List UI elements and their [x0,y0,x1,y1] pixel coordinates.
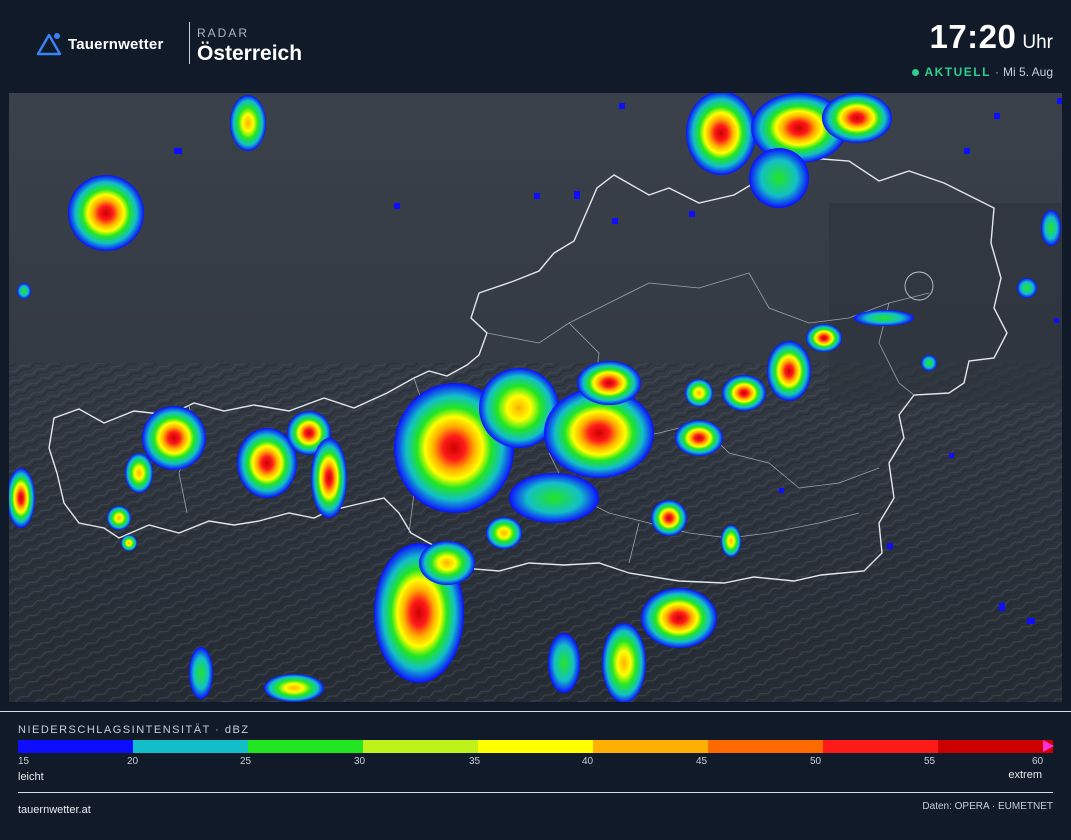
brand-logo[interactable]: Tauernwetter [36,30,163,58]
echo-cell [686,93,756,175]
legend-tick: 35 [469,756,481,767]
echo-cell [419,541,475,585]
legend-segment [593,740,708,753]
legend-title: NIEDERSCHLAGSINTENSITÄT · dBZ [18,724,250,736]
brand-name: Tauernwetter [68,35,164,53]
echo-cell [651,500,687,536]
legend-segment [363,740,478,753]
clock-time: 17:20 [929,18,1017,55]
legend-tick: 15 [18,756,30,767]
legend-tick: 50 [810,756,822,767]
echo-cell [641,588,717,648]
data-credits: Daten: OPERA · EUMETNET [922,801,1053,812]
legend-segment [708,740,823,753]
echo-cell [806,324,842,352]
echo-cell [121,535,137,551]
echo-cell [722,375,766,411]
echo-cell [107,506,131,530]
echo-cell [486,517,522,549]
echo-cell [1017,278,1037,298]
footer-divider [18,792,1053,793]
legend-low-label: leicht [18,771,44,783]
legend-tick: 20 [127,756,139,767]
echo-cell [189,647,213,699]
echo-cell [921,355,937,371]
legend-tick: 55 [924,756,936,767]
pannonian-plain [829,203,1062,403]
legend-color-bar [18,740,1053,753]
status-badge: AKTUELL [924,65,991,79]
echo-cell [264,674,324,702]
legend-segment [823,740,938,753]
mountain-logo-icon [36,33,62,56]
echo-cell [854,310,914,326]
live-dot-icon [912,68,920,76]
clock: 17:20 Uhr [929,18,1053,56]
legend-tick: 40 [582,756,594,767]
echo-cell [577,361,641,405]
radar-map[interactable] [9,93,1062,702]
legend-segment [478,740,593,753]
clock-unit: Uhr [1022,32,1053,53]
page-kicker: RADAR [197,26,250,40]
echo-cell [17,283,31,299]
header: Tauernwetter RADAR Österreich 17:20 Uhr … [0,0,1071,92]
legend-segment [248,740,363,753]
echo-cell [675,420,723,456]
page-title: Österreich [197,42,303,65]
legend-tick: 25 [240,756,252,767]
echo-cell [721,525,741,557]
legend-segment [938,740,1053,753]
echo-cell [767,341,811,401]
site-link[interactable]: tauernwetter.at [18,804,91,816]
legend-segment [133,740,248,753]
legend-extreme-arrow-icon [1043,740,1054,752]
legend-tick: 45 [696,756,708,767]
legend-high-label: extrem [1008,769,1042,781]
radar-map-canvas[interactable] [9,93,1062,702]
echo-cell [125,453,153,493]
status-separator: · [994,65,999,79]
legend-divider-top [0,711,1071,712]
legend-tick: 60 [1032,756,1044,767]
legend-tick: 30 [354,756,366,767]
echo-cell [602,623,646,702]
status-date: Mi 5. Aug [1002,65,1053,79]
echo-cell [1041,210,1061,246]
echo-cell [685,379,713,407]
echo-cell [509,473,599,523]
status-line: AKTUELL · Mi 5. Aug [912,65,1053,79]
echo-cell [142,406,206,470]
echo-cell [548,633,580,693]
echo-cell [311,438,347,518]
echo-cell [822,93,892,143]
echo-cell [68,175,144,251]
header-divider [189,22,190,64]
echo-cell [230,95,266,151]
legend-segment [18,740,133,753]
echo-cell [749,148,809,208]
